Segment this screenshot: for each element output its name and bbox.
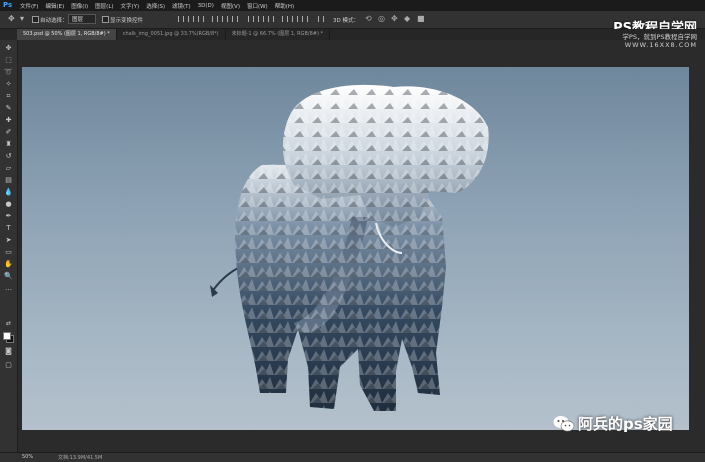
distribute-left-icon[interactable] — [282, 16, 288, 22]
menu-view[interactable]: 视图(V) — [221, 2, 240, 10]
hand-tool-icon[interactable]: ✋ — [3, 259, 14, 269]
document-size[interactable]: 文档:13.9M/41.5M — [58, 454, 102, 461]
more-tools-icon[interactable]: … — [3, 283, 14, 293]
3d-roll-icon[interactable]: ◎ — [378, 14, 385, 23]
menu-select[interactable]: 选择(S) — [146, 2, 165, 10]
menu-bar: Ps 文件(F) 编辑(E) 图像(I) 图层(L) 文字(Y) 选择(S) 滤… — [0, 0, 705, 11]
watermark-line2: 学PS，就到PS教程自学网 — [622, 33, 697, 41]
clone-stamp-tool-icon[interactable]: ♜ — [3, 139, 14, 149]
3d-drag-icon[interactable]: ✥ — [391, 14, 398, 23]
align-left-icon[interactable] — [212, 16, 218, 22]
align-top-icon[interactable] — [178, 16, 184, 22]
menu-help[interactable]: 帮助(H) — [275, 2, 294, 10]
tab-chalk-img[interactable]: chalk_img_0051.jpg @ 33.7%(RGB/8*) — [117, 29, 226, 40]
wechat-account-name: 阿兵的ps家园 — [578, 415, 673, 433]
quick-mask-icon[interactable]: ◙ — [3, 346, 14, 356]
auto-align-icon[interactable] — [318, 16, 324, 22]
menu-window[interactable]: 窗口(W) — [247, 2, 268, 10]
auto-select-label: 自动选择： — [40, 18, 68, 24]
photoshop-logo-icon: Ps — [3, 1, 13, 9]
menu-layer[interactable]: 图层(L) — [95, 2, 113, 10]
menu-filter[interactable]: 滤镜(T) — [172, 2, 191, 10]
distribute-top-icon[interactable] — [248, 16, 254, 22]
marquee-tool-icon[interactable]: ⬚ — [3, 55, 14, 65]
dodge-tool-icon[interactable]: ● — [3, 199, 14, 209]
menu-image[interactable]: 图像(I) — [71, 2, 88, 10]
tab-503-psd[interactable]: 503.psd @ 50% (图层 1, RGB/8#) * — [17, 29, 117, 40]
document-canvas[interactable] — [22, 67, 689, 430]
auto-select-checkbox[interactable] — [32, 16, 39, 23]
swap-colors-icon[interactable]: ⇄ — [3, 319, 14, 329]
brush-tool-icon[interactable]: ✐ — [3, 127, 14, 137]
auto-select-dropdown[interactable]: 图层 — [68, 14, 96, 24]
blur-tool-icon[interactable]: 💧 — [3, 187, 14, 197]
align-hcenter-icon[interactable] — [222, 16, 228, 22]
zoom-level[interactable]: 50% — [22, 454, 33, 460]
foreground-color-swatch[interactable] — [3, 332, 11, 340]
path-selection-tool-icon[interactable]: ➤ — [3, 235, 14, 245]
watermark-line3: WWW.16XX8.COM — [624, 41, 697, 49]
zoom-tool-icon[interactable]: 🔍 — [3, 271, 14, 281]
tab-untitled-1[interactable]: 未标题-1 @ 66.7% (图层 1, RGB/8#) * — [226, 29, 331, 40]
align-right-icon[interactable] — [232, 16, 238, 22]
distribute-bottom-icon[interactable] — [268, 16, 274, 22]
3d-rotate-icon[interactable]: ⟲ — [365, 14, 372, 23]
mode-3d-label: 3D 模式： — [333, 18, 359, 24]
show-transform-label: 显示变换控件 — [110, 18, 144, 24]
3d-scale-icon[interactable]: ■ — [417, 14, 425, 23]
menu-3d[interactable]: 3D(D) — [198, 3, 214, 9]
tool-preset-dropdown-icon[interactable]: ▾ — [20, 15, 24, 23]
3d-slide-icon[interactable]: ◆ — [404, 14, 410, 23]
workspace — [18, 40, 705, 452]
crop-tool-icon[interactable]: ⌗ — [3, 91, 14, 101]
eyedropper-tool-icon[interactable]: ✎ — [3, 103, 14, 113]
show-transform-checkbox[interactable] — [102, 16, 109, 23]
healing-brush-tool-icon[interactable]: ✚ — [3, 115, 14, 125]
menu-type[interactable]: 文字(Y) — [121, 2, 140, 10]
align-vcenter-icon[interactable] — [188, 16, 194, 22]
wechat-watermark: 阿兵的ps家园 — [553, 413, 673, 434]
align-bottom-icon[interactable] — [198, 16, 204, 22]
menu-items: 文件(F) 编辑(E) 图像(I) 图层(L) 文字(Y) 选择(S) 滤镜(T… — [20, 0, 294, 11]
lasso-tool-icon[interactable]: ➰ — [3, 67, 14, 77]
wechat-icon — [553, 415, 575, 433]
gradient-tool-icon[interactable]: ▤ — [3, 175, 14, 185]
type-tool-icon[interactable]: T — [3, 223, 14, 233]
eraser-tool-icon[interactable]: ▱ — [3, 163, 14, 173]
tools-panel: ✥ ⬚ ➰ ✧ ⌗ ✎ ✚ ✐ ♜ ↺ ▱ ▤ 💧 ● ✒ T ➤ ▭ ✋ 🔍 … — [0, 40, 18, 452]
menu-file[interactable]: 文件(F) — [20, 2, 38, 10]
history-brush-tool-icon[interactable]: ↺ — [3, 151, 14, 161]
options-bar: ✥ ▾ 自动选择： 图层 显示变换控件 3D 模式： ⟲ ◎ ✥ ◆ ■ PS教… — [0, 11, 705, 36]
pen-tool-icon[interactable]: ✒ — [3, 211, 14, 221]
magic-wand-tool-icon[interactable]: ✧ — [3, 79, 14, 89]
elephant-artwork — [210, 84, 489, 411]
move-tool-icon[interactable]: ✥ — [3, 43, 14, 53]
shape-tool-icon[interactable]: ▭ — [3, 247, 14, 257]
move-tool-icon[interactable]: ✥ — [8, 15, 15, 23]
menu-edit[interactable]: 编辑(E) — [45, 2, 64, 10]
screen-mode-icon[interactable]: ▢ — [3, 360, 14, 370]
distribute-hcenter-icon[interactable] — [292, 16, 298, 22]
distribute-vcenter-icon[interactable] — [258, 16, 264, 22]
watermark-sub: 学PS，就到PS教程自学网 WWW.16XX8.COM — [537, 29, 697, 49]
distribute-right-icon[interactable] — [302, 16, 308, 22]
